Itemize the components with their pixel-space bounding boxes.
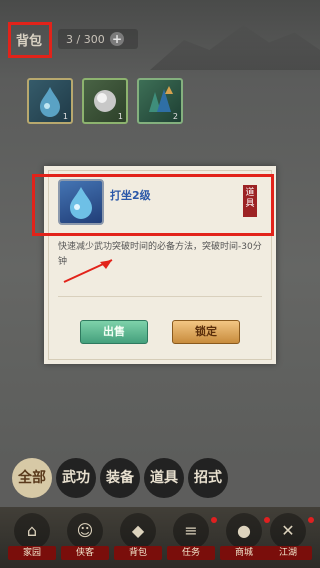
nav-label: 江湖 — [264, 546, 312, 560]
notification-dot — [308, 517, 314, 523]
category-all[interactable]: 全部 — [12, 458, 52, 498]
category-equipment[interactable]: 装备 — [100, 458, 140, 498]
inventory-slot[interactable]: 1 — [27, 78, 73, 124]
item-quantity: 1 — [62, 112, 68, 121]
item-quantity: 2 — [172, 112, 178, 121]
category-items[interactable]: 道具 — [144, 458, 184, 498]
lock-button[interactable]: 锁定 — [172, 320, 240, 344]
swords-icon: ✕ — [270, 513, 306, 549]
expand-capacity-button[interactable]: + — [110, 32, 124, 46]
category-martial-arts[interactable]: 武功 — [56, 458, 96, 498]
item-quantity: 1 — [117, 112, 123, 121]
inventory-slot[interactable]: 2 — [137, 78, 183, 124]
capacity-text: 3 / 300 — [66, 33, 105, 46]
nav-label: 侠客 — [61, 546, 109, 560]
nav-label: 家园 — [8, 546, 56, 560]
annotation-highlight-title — [8, 22, 52, 58]
divider — [58, 296, 262, 297]
inventory-slot[interactable]: 1 — [82, 78, 128, 124]
bottom-nav: ⌂ 家园 ☺ 侠客 ◆ 背包 ≡ 任务 ● 商城 ✕ 江湖 — [0, 507, 320, 568]
category-skills[interactable]: 招式 — [188, 458, 228, 498]
sell-button[interactable]: 出售 — [80, 320, 148, 344]
annotation-arrow-icon — [63, 259, 113, 283]
nav-label: 任务 — [167, 546, 215, 560]
bag-icon: ◆ — [120, 513, 156, 549]
scroll-icon: ≡ — [173, 513, 209, 549]
nav-label: 背包 — [114, 546, 162, 560]
house-icon: ⌂ — [14, 513, 50, 549]
annotation-highlight-item — [32, 174, 274, 236]
warrior-icon: ☺ — [67, 513, 103, 549]
nav-world[interactable]: ✕ 江湖 — [256, 507, 320, 568]
